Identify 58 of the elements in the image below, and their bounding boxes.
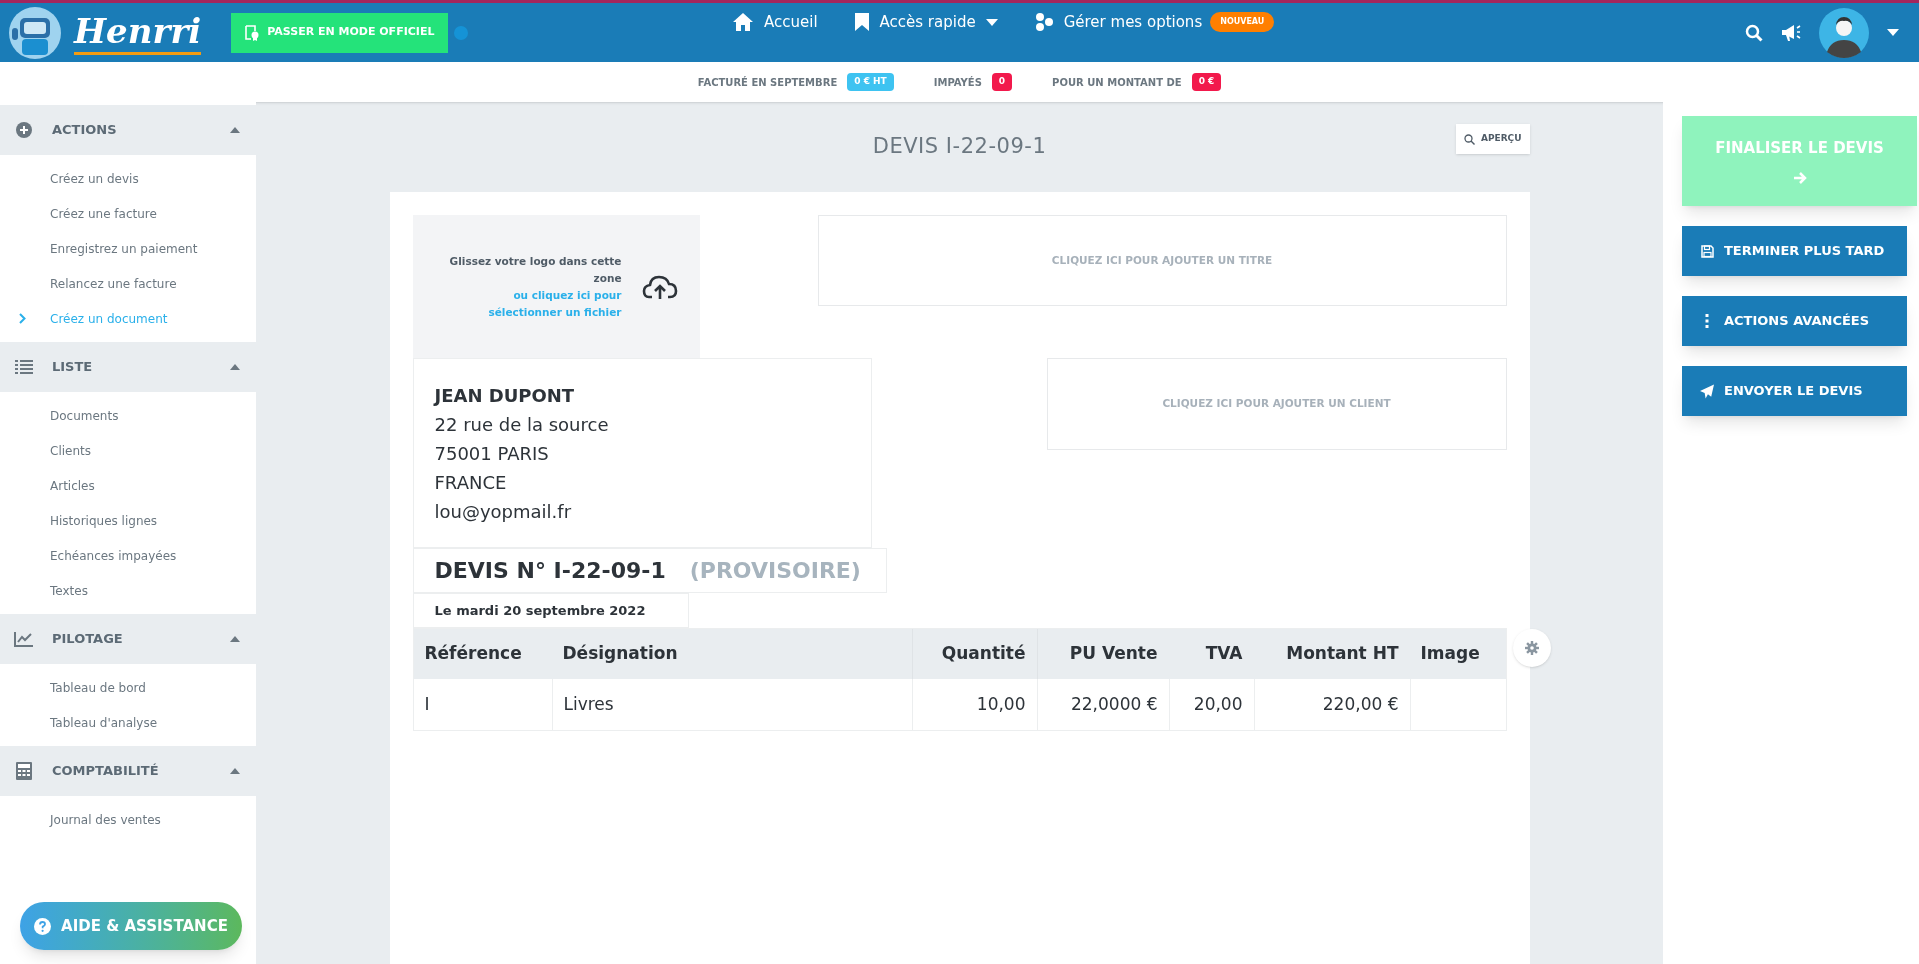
nav-link[interactable]: Accès rapide	[853, 11, 998, 34]
nav-link[interactable]: Gérer mes options	[1033, 11, 1203, 34]
action-button[interactable]: TERMINER PLUS TARD	[1682, 226, 1907, 276]
sidebar-item[interactable]: Créez un document	[0, 301, 256, 336]
sidebar-item[interactable]: Clients	[0, 433, 256, 468]
table-cell-text: I	[423, 692, 431, 716]
sidebar-item[interactable]: Historiques lignes	[0, 503, 256, 538]
sidebar-item[interactable]: Documents	[0, 398, 256, 433]
stat-label: IMPAYÉS	[933, 75, 982, 90]
action-button[interactable]: ENVOYER LE DEVIS	[1682, 366, 1907, 416]
column-header: TVA	[1204, 642, 1244, 666]
new-badge: NOUVEAU	[1210, 12, 1275, 33]
sidebar-item[interactable]: Créez une facture	[0, 196, 256, 231]
column-header: Désignation	[561, 642, 679, 666]
sidebar-item[interactable]: Créez un devis	[0, 161, 256, 196]
brand-logo: Henrri	[74, 10, 202, 55]
table-cell: Livres	[551, 679, 912, 730]
sidebar-item[interactable]: Relancez une facture	[0, 266, 256, 301]
table-cell: 20,00	[1168, 679, 1254, 730]
quote-number: DEVIS N° I-22-09-1	[434, 557, 666, 585]
sidebar-item[interactable]: Textes	[0, 573, 256, 608]
column-header: Quantité	[911, 629, 1037, 679]
stat-badge: 0 €	[1191, 73, 1222, 91]
sender-name: JEAN DUPONT	[434, 384, 576, 408]
quote-date: Le mardi 20 septembre 2022	[412, 593, 689, 628]
sender-address-line: lou@yopmail.fr	[434, 500, 573, 524]
sidebar-item[interactable]: Articles	[0, 468, 256, 503]
column-header: Montant HT	[1285, 642, 1400, 666]
section-header[interactable]: COMPTABILITÉ	[0, 746, 256, 796]
column-header: Image	[1419, 642, 1481, 666]
section-header[interactable]: ACTIONS	[0, 105, 256, 155]
drop-hint: Glissez votre logo dans cette zone	[448, 253, 622, 286]
sidebar-item[interactable]: Echéances impayées	[0, 538, 256, 573]
sender-address-line: 22 rue de la source	[434, 413, 610, 437]
column-header: PU Vente	[1036, 629, 1169, 679]
table-cell: 10,00	[911, 679, 1037, 730]
table-cell: 22,0000 €	[1036, 679, 1169, 730]
stat-label: POUR UN MONTANT DE	[1052, 75, 1182, 90]
quote-status: (PROVISOIRE)	[689, 557, 861, 585]
section-header[interactable]: PILOTAGE	[0, 614, 256, 664]
sender-address-line: 75001 PARIS	[434, 442, 550, 466]
preview-button[interactable]: APERÇU	[1455, 124, 1530, 154]
sidebar-item[interactable]: Tableau d'analyse	[0, 705, 256, 740]
help-button[interactable]: AIDE & ASSISTANCE	[20, 902, 242, 950]
column-header: Référence	[423, 642, 523, 666]
nav-link[interactable]: Accueil	[732, 11, 818, 34]
sidebar-item[interactable]: Tableau de bord	[0, 670, 256, 705]
stat-badge: 0	[991, 73, 1013, 91]
sidebar-item[interactable]: Journal des ventes	[0, 802, 256, 837]
sidebar-item[interactable]: Enregistrez un paiement	[0, 231, 256, 266]
stat-badge: 0 € HT	[847, 73, 894, 91]
logo-drop-zone[interactable]: Glissez votre logo dans cette zone ou cliquez ici pour sélectionner un fichier	[412, 215, 700, 358]
action-button[interactable]: ACTIONS AVANCÉES	[1682, 296, 1907, 346]
page-title: DEVIS I-22-09-1	[872, 133, 1047, 161]
section-header[interactable]: LISTE	[0, 342, 256, 392]
table-cell: 220,00 €	[1253, 679, 1410, 730]
stat-label: FACTURÉ EN SEPTEMBRE	[697, 75, 838, 90]
sender-address-line: FRANCE	[434, 471, 508, 495]
